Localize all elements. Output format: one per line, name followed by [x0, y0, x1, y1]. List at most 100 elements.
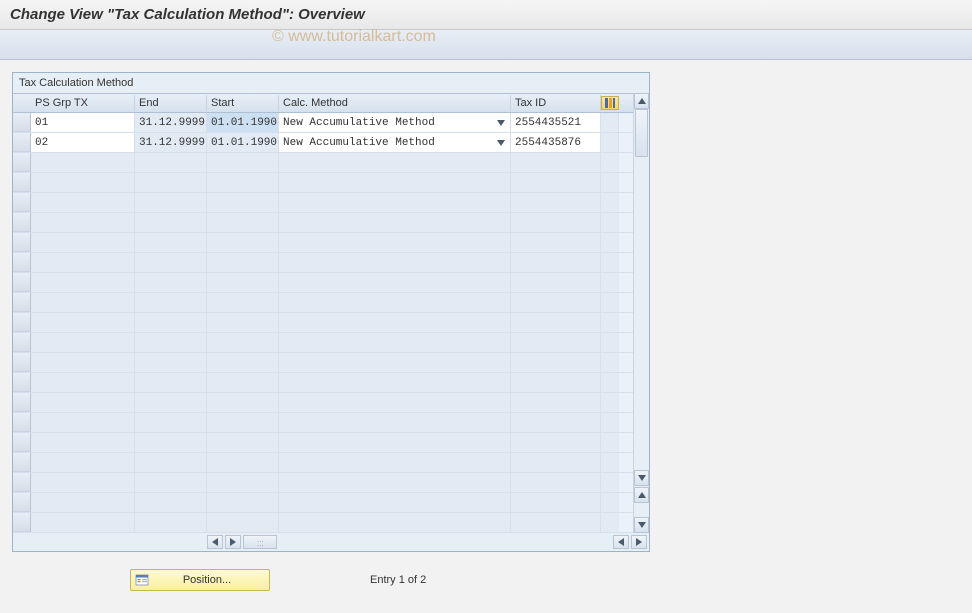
- hscroll-right-button[interactable]: [225, 535, 241, 549]
- row-selector[interactable]: [13, 513, 31, 532]
- row-selector[interactable]: [13, 413, 31, 432]
- row-trailer: [601, 353, 619, 372]
- empty-cell: [207, 493, 279, 512]
- cell-tax-id[interactable]: 2554435876: [511, 133, 601, 152]
- row-selector[interactable]: [13, 253, 31, 272]
- row-selector[interactable]: [13, 313, 31, 332]
- row-trailer: [601, 333, 619, 352]
- chevron-down-icon[interactable]: [494, 116, 508, 130]
- empty-cell: [279, 453, 511, 472]
- row-selector[interactable]: [13, 293, 31, 312]
- empty-cell: [135, 213, 207, 232]
- table-row-empty: [13, 213, 633, 233]
- empty-cell: [207, 273, 279, 292]
- row-selector[interactable]: [13, 173, 31, 192]
- row-selector[interactable]: [13, 133, 31, 152]
- empty-cell: [135, 333, 207, 352]
- scroll-track[interactable]: [634, 109, 649, 470]
- empty-cell: [511, 173, 601, 192]
- cell-tax-id[interactable]: 2554435521: [511, 113, 601, 132]
- horizontal-scrollbar: [13, 533, 649, 551]
- scroll-down-secondary[interactable]: [634, 517, 649, 533]
- empty-cell: [279, 153, 511, 172]
- empty-cell: [135, 493, 207, 512]
- cell-ps[interactable]: 02: [31, 133, 135, 152]
- table-row-empty: [13, 473, 633, 493]
- table-row-empty: [13, 493, 633, 513]
- table-row-empty: [13, 453, 633, 473]
- hscroll-thumb-left[interactable]: [243, 535, 277, 549]
- scroll-thumb[interactable]: [635, 109, 648, 157]
- hscroll-right-button-2[interactable]: [631, 535, 647, 549]
- column-header-ps[interactable]: PS Grp TX: [31, 95, 135, 111]
- position-label: Position...: [155, 574, 259, 586]
- empty-cell: [135, 513, 207, 532]
- row-selector[interactable]: [13, 373, 31, 392]
- row-selector[interactable]: [13, 493, 31, 512]
- table-row: 0131.12.999901.01.1990New Accumulative M…: [13, 113, 633, 133]
- empty-cell: [31, 333, 135, 352]
- position-button[interactable]: Position...: [130, 569, 270, 591]
- vertical-scrollbar[interactable]: [633, 93, 649, 533]
- row-selector[interactable]: [13, 353, 31, 372]
- scroll-up-button[interactable]: [634, 93, 649, 109]
- row-trailer: [601, 233, 619, 252]
- column-header-row: PS Grp TX End Start Calc. Method Tax ID: [13, 93, 633, 113]
- row-trailer: [601, 293, 619, 312]
- cell-ps[interactable]: 01: [31, 113, 135, 132]
- position-icon: [135, 573, 149, 587]
- row-trailer: [601, 413, 619, 432]
- column-header-calc[interactable]: Calc. Method: [279, 95, 511, 111]
- empty-cell: [31, 233, 135, 252]
- empty-cell: [135, 353, 207, 372]
- table-row-empty: [13, 173, 633, 193]
- table-settings-icon[interactable]: [601, 96, 619, 110]
- column-header-end[interactable]: End: [135, 95, 207, 111]
- row-selector[interactable]: [13, 213, 31, 232]
- row-selector[interactable]: [13, 233, 31, 252]
- empty-cell: [207, 473, 279, 492]
- column-header-start[interactable]: Start: [207, 95, 279, 111]
- empty-cell: [279, 493, 511, 512]
- scroll-down-button[interactable]: [634, 470, 649, 486]
- hscroll-left-button[interactable]: [207, 535, 223, 549]
- row-selector[interactable]: [13, 193, 31, 212]
- table-row-empty: [13, 253, 633, 273]
- column-header-tax[interactable]: Tax ID: [511, 95, 601, 111]
- table-row-empty: [13, 353, 633, 373]
- row-trailer: [601, 253, 619, 272]
- empty-cell: [279, 353, 511, 372]
- table-row-empty: [13, 393, 633, 413]
- row-selector[interactable]: [13, 473, 31, 492]
- row-selector[interactable]: [13, 273, 31, 292]
- page-title: Change View "Tax Calculation Method": Ov…: [0, 0, 972, 30]
- row-selector[interactable]: [13, 453, 31, 472]
- empty-cell: [279, 313, 511, 332]
- table-row-empty: [13, 153, 633, 173]
- scroll-up-secondary[interactable]: [634, 487, 649, 503]
- row-selector[interactable]: [13, 333, 31, 352]
- row-trailer: [601, 193, 619, 212]
- empty-cell: [279, 233, 511, 252]
- table-row-empty: [13, 233, 633, 253]
- row-trailer: [601, 153, 619, 172]
- table-row-empty: [13, 313, 633, 333]
- empty-cell: [31, 173, 135, 192]
- empty-cell: [279, 293, 511, 312]
- row-selector[interactable]: [13, 153, 31, 172]
- cell-calc-method[interactable]: New Accumulative Method: [279, 113, 511, 132]
- chevron-down-icon[interactable]: [494, 136, 508, 150]
- row-selector[interactable]: [13, 113, 31, 132]
- row-trailer: [601, 373, 619, 392]
- empty-cell: [279, 473, 511, 492]
- row-trailer: [601, 473, 619, 492]
- cell-calc-method[interactable]: New Accumulative Method: [279, 133, 511, 152]
- empty-cell: [135, 153, 207, 172]
- empty-cell: [207, 233, 279, 252]
- table-row-empty: [13, 193, 633, 213]
- row-selector[interactable]: [13, 393, 31, 412]
- row-selector[interactable]: [13, 433, 31, 452]
- hscroll-left-button-2[interactable]: [613, 535, 629, 549]
- empty-cell: [279, 193, 511, 212]
- table-row-empty: [13, 333, 633, 353]
